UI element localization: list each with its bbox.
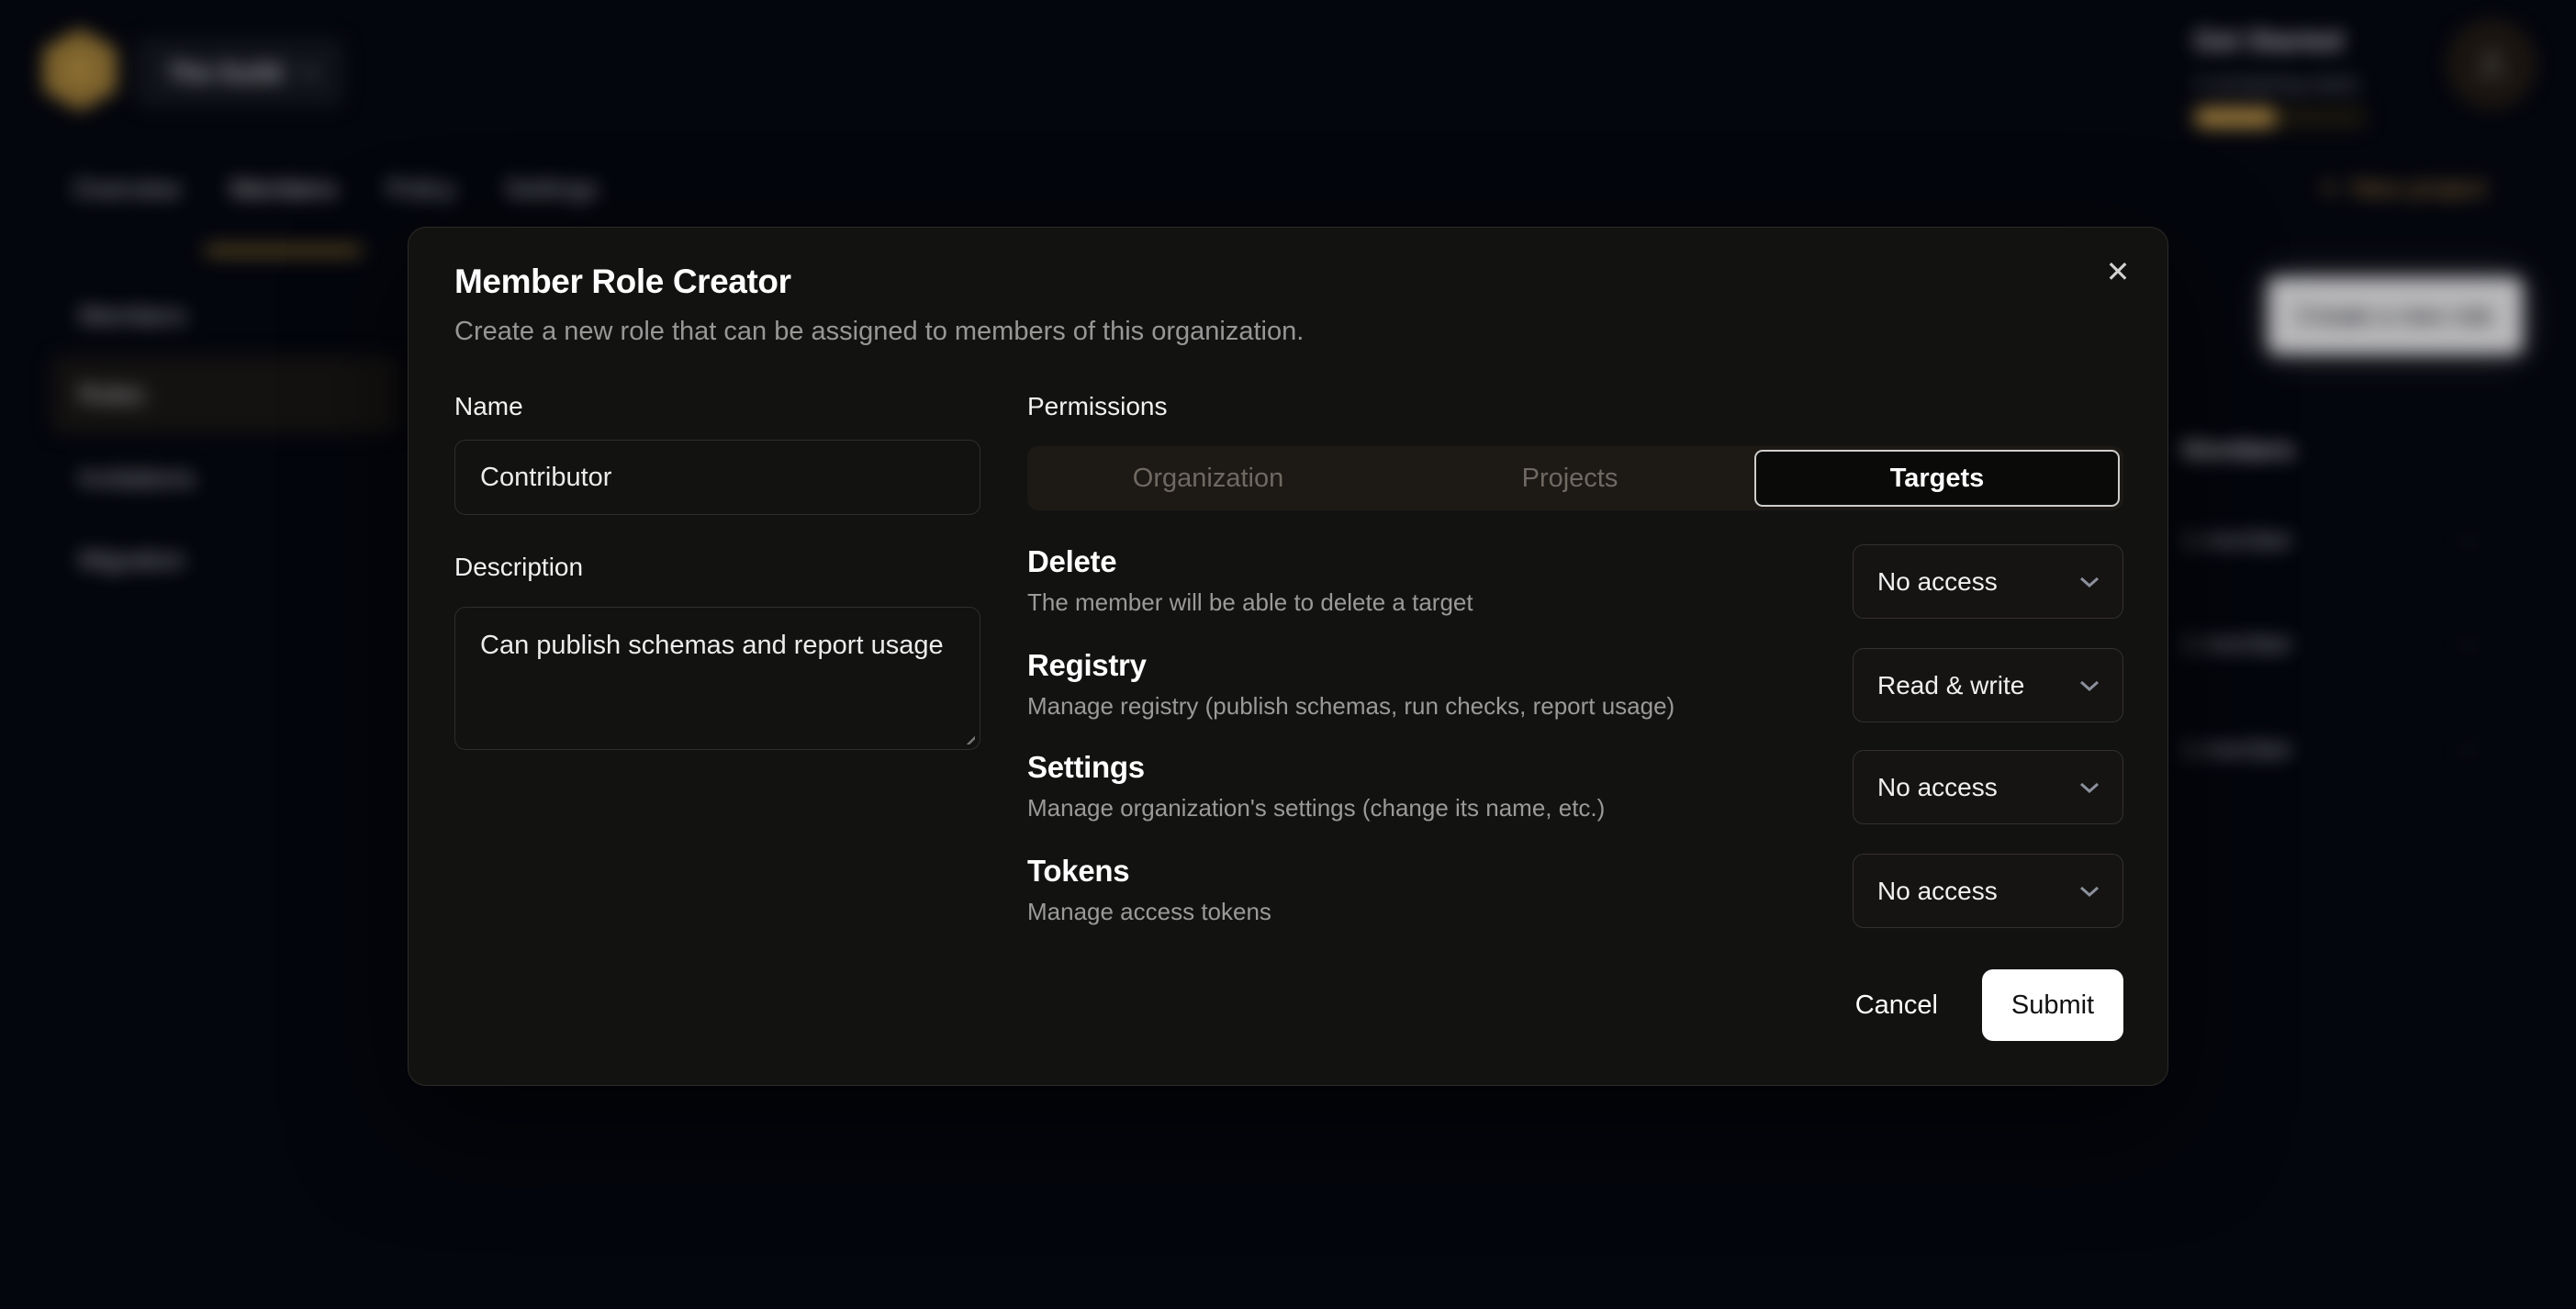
selected-value: No access [1877, 567, 1998, 597]
selected-value: Read & write [1877, 671, 2024, 700]
permission-title: Delete [1027, 544, 1473, 579]
selected-value: No access [1877, 773, 1998, 802]
selected-value: No access [1877, 877, 1998, 906]
close-icon[interactable]: ✕ [2096, 250, 2140, 294]
permission-row-tokens: Tokens Manage access tokens No access [1027, 854, 2123, 928]
chevron-down-icon [2078, 679, 2100, 692]
tokens-access-select[interactable]: No access [1853, 854, 2123, 928]
permission-row-delete: Delete The member will be able to delete… [1027, 544, 2123, 619]
permission-text: Registry Manage registry (publish schema… [1027, 648, 1674, 721]
permission-description: Manage registry (publish schemas, run ch… [1027, 692, 1674, 721]
registry-access-select[interactable]: Read & write [1853, 648, 2123, 722]
tab-targets[interactable]: Targets [1754, 450, 2120, 507]
permission-title: Settings [1027, 750, 1605, 785]
name-label: Name [454, 392, 523, 421]
tab-projects[interactable]: Projects [1389, 446, 1751, 510]
permission-text: Delete The member will be able to delete… [1027, 544, 1473, 617]
permissions-tabs: Organization Projects Targets [1027, 446, 2123, 510]
submit-button[interactable]: Submit [1982, 969, 2123, 1041]
chevron-down-icon [2078, 781, 2100, 794]
permission-row-settings: Settings Manage organization's settings … [1027, 750, 2123, 824]
settings-access-select[interactable]: No access [1853, 750, 2123, 824]
permission-description: Manage organization's settings (change i… [1027, 794, 1605, 822]
modal-footer: Cancel Submit [1027, 969, 2123, 1041]
permission-text: Settings Manage organization's settings … [1027, 750, 1605, 822]
tab-organization[interactable]: Organization [1027, 446, 1389, 510]
permission-title: Tokens [1027, 854, 1271, 889]
modal-subtitle: Create a new role that can be assigned t… [454, 317, 1304, 347]
permission-text: Tokens Manage access tokens [1027, 854, 1271, 926]
permission-description: Manage access tokens [1027, 898, 1271, 926]
delete-access-select[interactable]: No access [1853, 544, 2123, 619]
description-textarea[interactable]: Can publish schemas and report usage [454, 607, 980, 750]
chevron-down-icon [2078, 885, 2100, 898]
modal-title: Member Role Creator [454, 263, 791, 301]
member-role-creator-modal: ✕ Member Role Creator Create a new role … [408, 227, 2168, 1086]
description-label: Description [454, 553, 583, 582]
permission-row-registry: Registry Manage registry (publish schema… [1027, 648, 2123, 722]
permission-title: Registry [1027, 648, 1674, 683]
page: The Guild Get Started 4 remaining tasks … [0, 0, 2576, 1309]
chevron-down-icon [2078, 576, 2100, 588]
permission-description: The member will be able to delete a targ… [1027, 588, 1473, 617]
name-input[interactable]: Contributor [454, 440, 980, 515]
permissions-label: Permissions [1027, 392, 1167, 421]
cancel-button[interactable]: Cancel [1855, 990, 1938, 1021]
